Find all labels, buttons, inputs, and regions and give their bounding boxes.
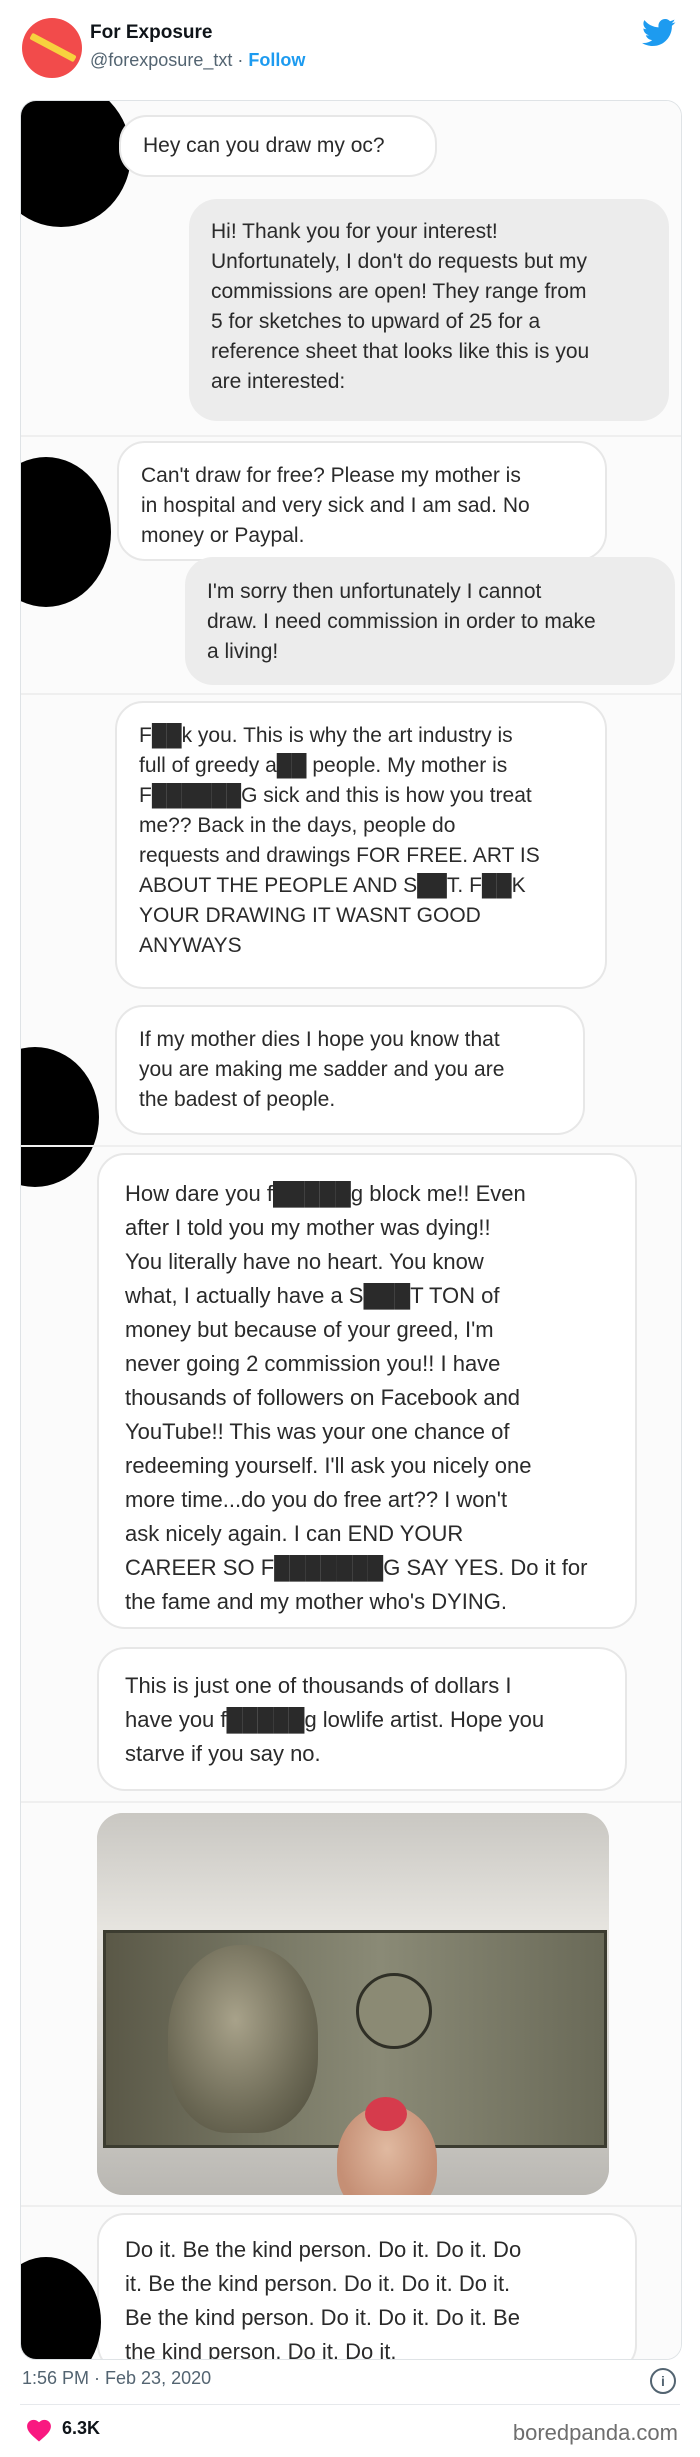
tweet-header: For Exposure @forexposure_txt · Follow (0, 0, 700, 100)
bill-seal (356, 1973, 432, 2049)
bill-portrait (168, 1945, 318, 2133)
screenshot-seam (21, 2205, 681, 2207)
avatar-blackout (21, 1047, 99, 1187)
screenshot-seam (21, 693, 681, 695)
watermark: boredpanda.com (512, 2420, 678, 2445)
chat-screenshot: Hey can you draw my oc? Hi! Thank you fo… (21, 101, 681, 2359)
message-bubble: If my mother dies I hope you know that y… (115, 1005, 585, 1135)
handle-line: @forexposure_txt · Follow (90, 50, 305, 71)
follow-button[interactable]: Follow (248, 50, 305, 70)
avatar-blackout (21, 101, 131, 227)
painted-fingernail (365, 2097, 407, 2131)
message-bubble: How dare you f█████g block me!! Even aft… (97, 1153, 637, 1629)
tweet-media-card[interactable]: Hey can you draw my oc? Hi! Thank you fo… (20, 100, 682, 2360)
message-bubble: Hi! Thank you for your interest! Unfortu… (189, 199, 669, 421)
message-bubble: F██k you. This is why the art industry i… (115, 701, 607, 989)
avatar[interactable] (22, 18, 82, 78)
money-photo[interactable] (97, 1813, 609, 2195)
hundred-dollar-bill (103, 1930, 607, 2148)
info-icon[interactable]: i (650, 2368, 676, 2394)
screenshot-seam (21, 1145, 681, 1147)
message-bubble: Hey can you draw my oc? (119, 115, 437, 177)
like-count[interactable]: 6.3K (62, 2418, 100, 2439)
divider (20, 2404, 680, 2405)
heart-icon[interactable] (26, 2418, 52, 2442)
avatar-blackout (21, 457, 111, 607)
handle[interactable]: @forexposure_txt (90, 50, 232, 70)
avatar-stripe (29, 32, 77, 63)
message-bubble: This is just one of thousands of dollars… (97, 1647, 627, 1791)
twitter-bird-icon[interactable] (642, 18, 676, 48)
avatar-blackout (21, 2257, 101, 2359)
message-bubble: I'm sorry then unfortunately I cannot dr… (185, 557, 675, 685)
message-bubble: Can't draw for free? Please my mother is… (117, 441, 607, 561)
tweet-timestamp[interactable]: 1:56 PM · Feb 23, 2020 (22, 2368, 211, 2389)
screenshot-seam (21, 435, 681, 437)
message-bubble: Do it. Be the kind person. Do it. Do it.… (97, 2213, 637, 2359)
screenshot-seam (21, 1801, 681, 1803)
separator: · (237, 50, 244, 70)
display-name[interactable]: For Exposure (90, 22, 212, 44)
